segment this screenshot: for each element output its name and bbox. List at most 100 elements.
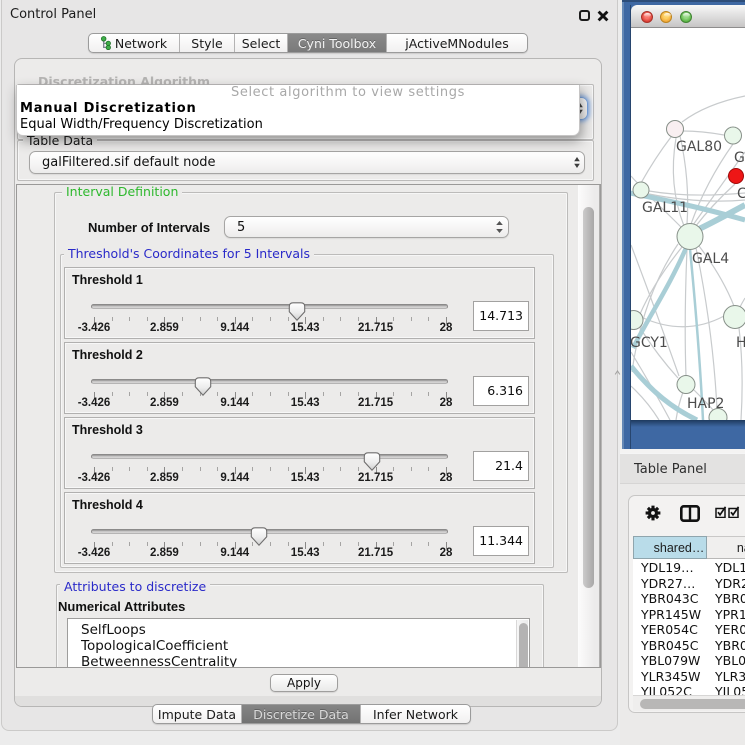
slider-minor-tick bbox=[411, 467, 412, 471]
slider-minor-tick bbox=[358, 542, 359, 546]
cell-shared-name: YBR045C bbox=[641, 638, 698, 654]
combo-updown-icon bbox=[495, 220, 504, 234]
slider-minor-tick bbox=[182, 542, 183, 546]
slider-minor-tick bbox=[411, 392, 412, 396]
slider-thumb[interactable] bbox=[364, 452, 381, 471]
window-frame-edge bbox=[622, 0, 624, 449]
split-collapse-icon[interactable] bbox=[614, 369, 621, 376]
table-row[interactable]: YER054CYER05 bbox=[633, 622, 745, 638]
network-edge[interactable] bbox=[633, 248, 686, 348]
cell-name: YDL19 bbox=[715, 560, 745, 576]
network-edge[interactable] bbox=[696, 248, 717, 409]
close-icon[interactable] bbox=[597, 10, 609, 22]
tab-style[interactable]: Style bbox=[180, 34, 235, 52]
threshold-4-panel: Threshold 4-3.4262.8599.14415.4321.71528… bbox=[64, 492, 535, 564]
network-node-gal11[interactable] bbox=[633, 182, 649, 198]
network-edge[interactable] bbox=[640, 247, 682, 314]
table-row[interactable]: YPR145WYPR14 bbox=[633, 607, 745, 623]
float-window-icon[interactable] bbox=[579, 10, 590, 21]
table-row[interactable]: YBR043CYBR04 bbox=[633, 591, 745, 607]
tab-impute-data[interactable]: Impute Data bbox=[153, 705, 242, 723]
threshold-3-value-field[interactable]: 21.4 bbox=[473, 451, 529, 481]
tab-infer-network[interactable]: Infer Network bbox=[361, 705, 470, 723]
window-frame-top-shade bbox=[622, 0, 745, 2]
dropdown-item-equal-width[interactable]: Equal Width/Frequency Discretization bbox=[17, 117, 579, 133]
threshold-4-value-field[interactable]: 11.344 bbox=[473, 526, 529, 556]
table-row[interactable]: YIL052CYIL05 bbox=[633, 684, 745, 695]
close-traffic-light[interactable] bbox=[641, 11, 653, 23]
network-edge[interactable] bbox=[685, 249, 687, 376]
column-header-name[interactable]: name bbox=[707, 536, 745, 559]
settings-scrollbar[interactable] bbox=[578, 185, 600, 667]
table-data-combobox[interactable]: galFiltered.sif default node bbox=[29, 151, 585, 174]
tab-jactivemnodules[interactable]: jActiveMNodules bbox=[387, 34, 527, 52]
table-panel-titlebar: Table Panel bbox=[620, 453, 745, 484]
numerical-attributes-list[interactable]: SelfLoopsTopologicalCoefficientBetweenne… bbox=[67, 618, 530, 667]
checkbox-checked-icon[interactable] bbox=[715, 506, 727, 518]
network-node-h[interactable] bbox=[724, 306, 745, 329]
network-node-gal80[interactable] bbox=[667, 121, 684, 138]
minimize-traffic-light[interactable] bbox=[660, 11, 672, 23]
network-edge[interactable] bbox=[682, 96, 745, 122]
attributes-list-scrollbar[interactable] bbox=[516, 620, 528, 667]
table-row[interactable]: YBR045CYBR04 bbox=[633, 638, 745, 654]
slider-tick-label: 15.43 bbox=[291, 547, 320, 559]
attribute-list-item[interactable]: SelfLoops bbox=[68, 622, 529, 638]
dropdown-hint-item[interactable]: Select algorithm to view settings bbox=[17, 85, 579, 101]
network-node-ga[interactable] bbox=[725, 127, 742, 144]
number-of-intervals-combobox[interactable]: 5 bbox=[224, 216, 509, 238]
zoom-traffic-light[interactable] bbox=[680, 11, 692, 23]
slider-minor-tick bbox=[217, 392, 218, 396]
slider-thumb[interactable] bbox=[195, 377, 212, 396]
slider-rail[interactable] bbox=[91, 529, 448, 534]
slider-tick-label: 2.859 bbox=[150, 322, 179, 334]
slider-rail[interactable] bbox=[91, 379, 448, 384]
network-edge[interactable] bbox=[641, 316, 724, 327]
slider-minor-tick bbox=[428, 542, 429, 546]
table-row[interactable]: YBL079WYBL07 bbox=[633, 653, 745, 669]
slider-rail[interactable] bbox=[91, 454, 448, 459]
threshold-2-value-field[interactable]: 6.316 bbox=[473, 376, 529, 406]
control-panel-window: Control Panel NetworkStyleSelectCyni Too… bbox=[1, 0, 618, 731]
checkbox-checked-icon[interactable] bbox=[728, 506, 740, 518]
slider-tick-label: -3.426 bbox=[78, 322, 111, 334]
slider-minor-tick bbox=[147, 467, 148, 471]
slider-thumb[interactable] bbox=[251, 527, 268, 546]
scrollbar-thumb[interactable] bbox=[519, 623, 528, 667]
network-edge[interactable] bbox=[641, 137, 671, 183]
network-window-titlebar[interactable] bbox=[631, 5, 745, 28]
tab-discretize-data[interactable]: Discretize Data bbox=[242, 705, 361, 723]
slider-tick-label: -3.426 bbox=[78, 472, 111, 484]
slider-thumb[interactable] bbox=[289, 302, 306, 321]
network-edge[interactable] bbox=[649, 191, 745, 195]
network-edge[interactable] bbox=[740, 298, 745, 307]
dropdown-item-manual-discretization[interactable]: Manual Discretization bbox=[17, 101, 579, 117]
network-node-gal4[interactable] bbox=[677, 224, 703, 250]
column-header-shared-name[interactable]: shared… bbox=[633, 536, 707, 559]
slider-tick-label: 2.859 bbox=[150, 397, 179, 409]
table-row[interactable]: YDR27…YDR27 bbox=[633, 576, 745, 592]
tab-cyni-toolbox[interactable]: Cyni Toolbox bbox=[288, 34, 387, 52]
number-of-intervals-value: 5 bbox=[225, 220, 495, 235]
threshold-1-value-field[interactable]: 14.713 bbox=[473, 301, 529, 331]
table-panel-dock: Table Panel bbox=[620, 449, 745, 745]
attribute-list-item[interactable]: TopologicalCoefficient bbox=[68, 638, 529, 654]
tab-network[interactable]: Network bbox=[89, 34, 180, 52]
gear-icon[interactable] bbox=[645, 505, 661, 521]
scrollbar-thumb[interactable] bbox=[640, 699, 745, 709]
slider-tick-label: 28 bbox=[440, 547, 453, 559]
network-node-c[interactable] bbox=[729, 169, 744, 184]
apply-button[interactable]: Apply bbox=[270, 674, 338, 692]
network-edge[interactable] bbox=[683, 131, 724, 135]
scrollbar-thumb[interactable] bbox=[583, 207, 594, 588]
table-horizontal-scrollbar[interactable] bbox=[633, 695, 745, 711]
table-row[interactable]: YDL19…YDL19 bbox=[633, 560, 745, 576]
cell-shared-name: YPR145W bbox=[641, 607, 701, 623]
tab-select[interactable]: Select bbox=[235, 34, 288, 52]
network-node-hap2[interactable] bbox=[677, 376, 695, 394]
attribute-list-item[interactable]: BetweennessCentrality bbox=[68, 654, 529, 667]
network-canvas[interactable]: GAL80GACGAL11GAL4GCY1HHAP2 bbox=[631, 28, 745, 420]
split-columns-icon[interactable] bbox=[680, 505, 700, 522]
slider-rail[interactable] bbox=[91, 304, 448, 309]
table-row[interactable]: YLR345WYLR34 bbox=[633, 669, 745, 685]
